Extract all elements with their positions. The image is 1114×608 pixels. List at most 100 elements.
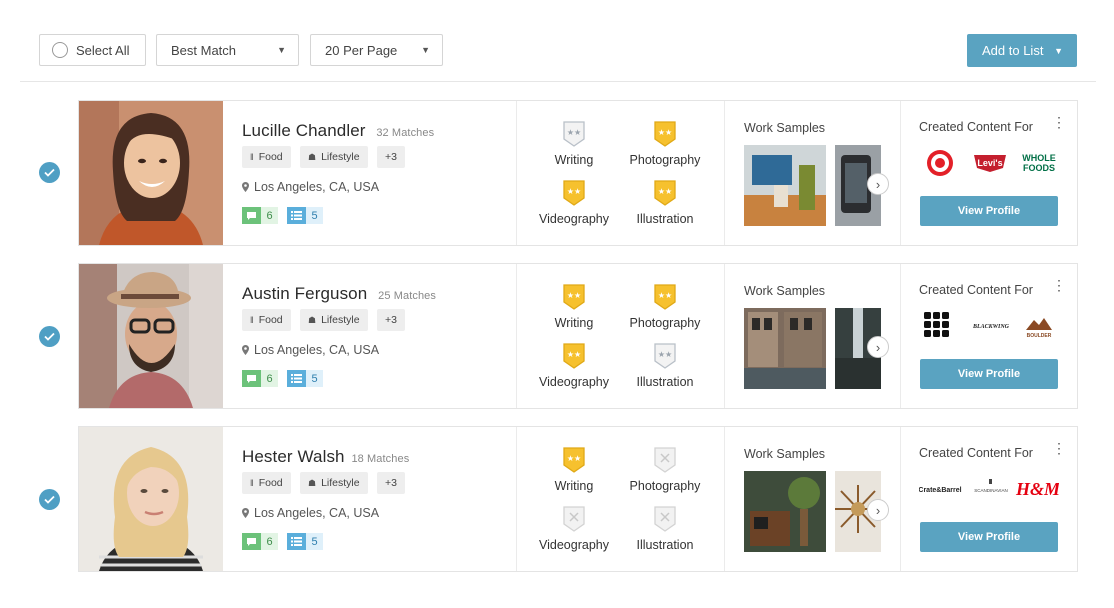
row-select-checkbox[interactable]: [39, 489, 60, 510]
select-all-button[interactable]: Select All: [39, 34, 146, 66]
tag-more[interactable]: +3: [377, 309, 405, 331]
tag-label: +3: [385, 477, 397, 489]
creator-name[interactable]: Austin Ferguson: [242, 284, 367, 303]
skill-label: Writing: [554, 316, 594, 330]
tag-label: Lifestyle: [321, 314, 360, 326]
message-count[interactable]: 6: [242, 370, 278, 387]
svg-text:WHOLE: WHOLE: [1022, 153, 1056, 163]
creator-name-row: Austin Ferguson 25 Matches: [242, 284, 436, 304]
skill-label: Illustration: [636, 375, 694, 389]
tag-more[interactable]: +3: [377, 472, 405, 494]
creator-name-row: Lucille Chandler 32 Matches: [242, 121, 434, 141]
tag-food[interactable]: ǁ Food: [242, 309, 291, 331]
location: Los Angeles, CA, USA: [242, 180, 379, 194]
avatar[interactable]: [79, 427, 223, 571]
skill-label: Photography: [629, 479, 701, 493]
view-profile-button[interactable]: View Profile: [920, 522, 1058, 552]
skill-illustration: ★★ Illustration: [620, 180, 710, 226]
more-options-icon[interactable]: ⋮: [1052, 441, 1066, 455]
skill-label: Illustration: [636, 212, 694, 226]
checkmark-icon: [44, 495, 55, 504]
work-sample-thumbnail[interactable]: [744, 145, 826, 226]
skill-label: Videography: [539, 212, 609, 226]
add-to-list-button[interactable]: Add to List ▼: [967, 34, 1077, 67]
tag-lifestyle[interactable]: ☗ Lifestyle: [300, 146, 368, 168]
svg-text:★★: ★★: [567, 291, 581, 300]
match-count: 18 Matches: [351, 453, 410, 465]
chevron-right-icon[interactable]: ›: [867, 499, 889, 521]
svg-text:★★: ★★: [658, 350, 672, 359]
checkmark-icon: [44, 168, 55, 177]
message-count-value: 6: [261, 207, 278, 224]
target-logo-icon: [927, 150, 953, 176]
avatar[interactable]: [79, 264, 223, 408]
chat-bubble-icon: [242, 533, 261, 550]
per-page-dropdown-label: 20 Per Page: [325, 42, 398, 58]
location-pin-icon: [242, 182, 249, 192]
shield-partial-icon: ★★: [563, 121, 585, 147]
skill-label: Writing: [554, 479, 594, 493]
row-select-checkbox[interactable]: [39, 162, 60, 183]
crate-barrel-logo-icon: Crate&Barrel: [918, 487, 961, 494]
tag-label: Lifestyle: [321, 477, 360, 489]
divider: [516, 427, 517, 571]
list-count[interactable]: 5: [287, 207, 323, 224]
per-page-dropdown[interactable]: 20 Per Page ▼: [310, 34, 443, 66]
svg-text:H&M: H&M: [1015, 479, 1059, 499]
tag-lifestyle[interactable]: ☗ Lifestyle: [300, 472, 368, 494]
fork-knife-icon: ǁ: [250, 478, 254, 488]
tag-lifestyle[interactable]: ☗ Lifestyle: [300, 309, 368, 331]
location-pin-icon: [242, 345, 249, 355]
chevron-right-icon[interactable]: ›: [867, 336, 889, 358]
tag-label: +3: [385, 314, 397, 326]
message-count[interactable]: 6: [242, 207, 278, 224]
list-count-value: 5: [306, 207, 323, 224]
chat-bubble-icon: [242, 370, 261, 387]
list-count[interactable]: 5: [287, 533, 323, 550]
chat-bubble-icon: [242, 207, 261, 224]
svg-text:FOODS: FOODS: [1023, 163, 1055, 173]
divider: [516, 264, 517, 408]
divider: [900, 427, 901, 571]
sort-dropdown[interactable]: Best Match ▼: [156, 34, 299, 66]
creator-name[interactable]: Lucille Chandler: [242, 121, 366, 140]
more-options-icon[interactable]: ⋮: [1052, 278, 1066, 292]
skill-label: Photography: [629, 316, 701, 330]
more-options-icon[interactable]: ⋮: [1052, 115, 1066, 129]
view-profile-button[interactable]: View Profile: [920, 359, 1058, 389]
hm-logo-icon: H&M: [1015, 479, 1061, 499]
toolbar: Select All Best Match ▼ 20 Per Page ▼ Ad…: [20, 0, 1096, 82]
divider: [516, 101, 517, 245]
select-all-radio[interactable]: [52, 42, 68, 58]
lifestyle-icon: ☗: [308, 314, 317, 325]
shield-x-icon: [563, 506, 585, 532]
shield-star-icon: ★★: [654, 121, 676, 147]
creator-name[interactable]: Hester Walsh: [242, 447, 345, 466]
svg-text:★★: ★★: [567, 187, 581, 196]
shield-star-icon: ★★: [563, 447, 585, 473]
tag-food[interactable]: ǁ Food: [242, 472, 291, 494]
skill-videography: ★★ Videography: [529, 180, 619, 226]
skill-photography: ★★ Photography: [620, 284, 710, 330]
location: Los Angeles, CA, USA: [242, 506, 379, 520]
skill-videography: Videography: [529, 506, 619, 552]
view-profile-button[interactable]: View Profile: [920, 196, 1058, 226]
avatar[interactable]: [79, 101, 223, 245]
created-content-label: Created Content For: [919, 120, 1033, 134]
svg-text:★★: ★★: [567, 128, 581, 137]
tag-label: Food: [258, 314, 283, 326]
chevron-right-icon[interactable]: ›: [867, 173, 889, 195]
message-count[interactable]: 6: [242, 533, 278, 550]
tag-label: Food: [258, 151, 283, 163]
fork-knife-icon: ǁ: [250, 315, 254, 325]
work-sample-thumbnail[interactable]: [744, 471, 826, 552]
match-count: 25 Matches: [378, 290, 436, 302]
row-select-checkbox[interactable]: [39, 326, 60, 347]
location: Los Angeles, CA, USA: [242, 343, 379, 357]
svg-text:★★: ★★: [658, 291, 672, 300]
work-sample-thumbnail[interactable]: [744, 308, 826, 389]
sort-dropdown-label: Best Match: [171, 42, 237, 58]
tag-food[interactable]: ǁ Food: [242, 146, 291, 168]
list-count[interactable]: 5: [287, 370, 323, 387]
tag-more[interactable]: +3: [377, 146, 405, 168]
